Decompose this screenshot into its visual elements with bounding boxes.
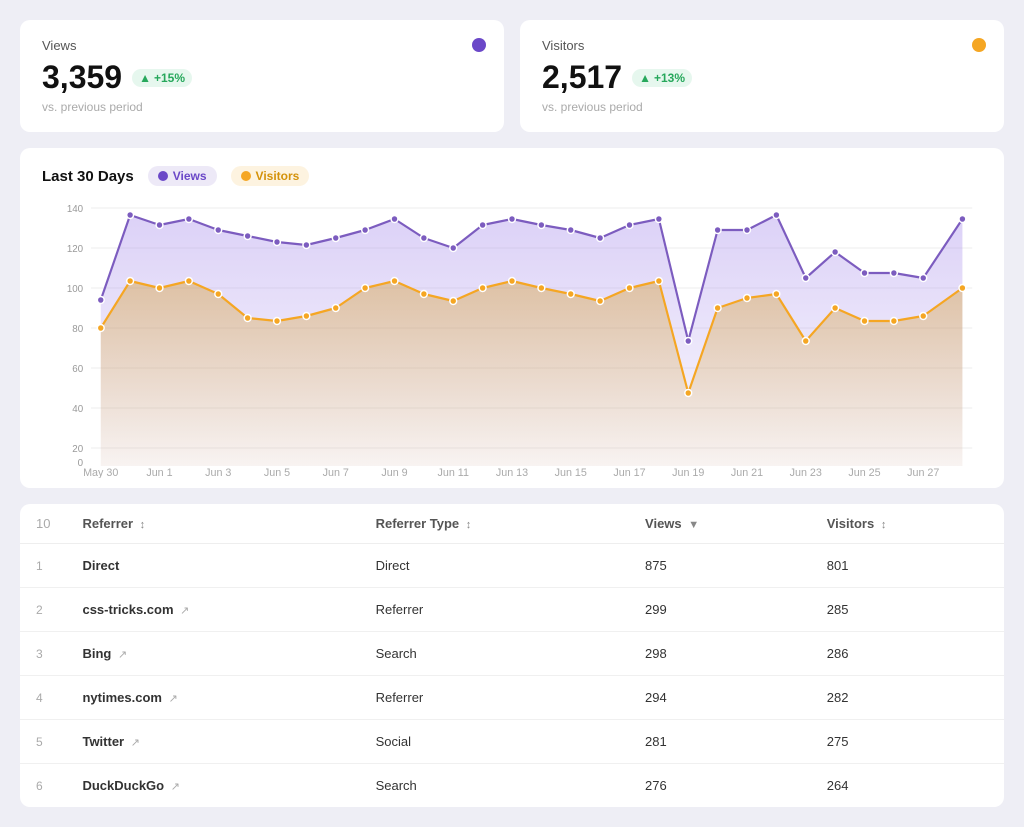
legend-visitors-dot	[241, 171, 251, 181]
cell-rank: 3	[20, 632, 66, 676]
top-cards: Views 3,359 ▲ +15% vs. previous period V…	[20, 20, 1004, 132]
visitors-card: Visitors 2,517 ▲ +13% vs. previous perio…	[520, 20, 1004, 132]
views-card: Views 3,359 ▲ +15% vs. previous period	[20, 20, 504, 132]
cell-referrer: css-tricks.com ↗	[66, 588, 359, 632]
svg-text:Jun 25: Jun 25	[848, 467, 880, 478]
cell-type: Direct	[360, 544, 629, 588]
col-referrer-type[interactable]: Referrer Type ↕	[360, 504, 629, 544]
table-row: 6 DuckDuckGo ↗ Search 276 264	[20, 764, 1004, 808]
col-views[interactable]: Views ▼	[629, 504, 811, 544]
svg-text:100: 100	[67, 284, 84, 295]
legend-visitors[interactable]: Visitors	[231, 166, 310, 186]
table-row: 3 Bing ↗ Search 298 286	[20, 632, 1004, 676]
col-visitors[interactable]: Visitors ↕	[811, 504, 1004, 544]
legend-views-dot	[158, 171, 168, 181]
svg-text:Jun 11: Jun 11	[437, 467, 469, 478]
cell-type: Referrer	[360, 676, 629, 720]
legend-views[interactable]: Views	[148, 166, 217, 186]
cell-views: 875	[629, 544, 811, 588]
visitors-card-value: 2,517 ▲ +13%	[542, 59, 982, 96]
svg-text:80: 80	[72, 324, 83, 335]
table-header-row: 10 Referrer ↕ Referrer Type ↕ Views ▼ Vi…	[20, 504, 1004, 544]
cell-views: 298	[629, 632, 811, 676]
cell-visitors: 282	[811, 676, 1004, 720]
cell-visitors: 285	[811, 588, 1004, 632]
svg-text:Jun 21: Jun 21	[731, 467, 763, 478]
svg-text:120: 120	[67, 244, 84, 255]
svg-text:Jun 7: Jun 7	[323, 467, 349, 478]
cell-visitors: 801	[811, 544, 1004, 588]
svg-text:Jun 17: Jun 17	[613, 467, 645, 478]
cell-rank: 5	[20, 720, 66, 764]
svg-text:140: 140	[67, 204, 84, 215]
table-card: 10 Referrer ↕ Referrer Type ↕ Views ▼ Vi…	[20, 504, 1004, 807]
svg-text:Jun 9: Jun 9	[381, 467, 407, 478]
cell-type: Search	[360, 764, 629, 808]
cell-rank: 4	[20, 676, 66, 720]
col-rank: 10	[20, 504, 66, 544]
svg-text:Jun 5: Jun 5	[264, 467, 290, 478]
svg-text:May 30: May 30	[83, 467, 118, 478]
svg-text:Jun 1: Jun 1	[146, 467, 172, 478]
visitors-badge: ▲ +13%	[632, 69, 692, 87]
views-badge: ▲ +15%	[132, 69, 192, 87]
cell-rank: 2	[20, 588, 66, 632]
cell-rank: 1	[20, 544, 66, 588]
svg-text:Jun 23: Jun 23	[790, 467, 822, 478]
svg-text:Jun 13: Jun 13	[496, 467, 528, 478]
svg-text:Jun 27: Jun 27	[907, 467, 939, 478]
cell-visitors: 264	[811, 764, 1004, 808]
views-card-sub: vs. previous period	[42, 100, 482, 114]
cell-rank: 6	[20, 764, 66, 808]
chart-title: Last 30 Days	[42, 168, 134, 185]
cell-views: 299	[629, 588, 811, 632]
table-row: 2 css-tricks.com ↗ Referrer 299 285	[20, 588, 1004, 632]
table-row: 5 Twitter ↗ Social 281 275	[20, 720, 1004, 764]
views-card-title: Views	[42, 38, 482, 53]
cell-views: 294	[629, 676, 811, 720]
cell-referrer: Twitter ↗	[66, 720, 359, 764]
cell-type: Search	[360, 632, 629, 676]
cell-type: Social	[360, 720, 629, 764]
svg-text:Jun 3: Jun 3	[205, 467, 231, 478]
table-row: 4 nytimes.com ↗ Referrer 294 282	[20, 676, 1004, 720]
chart-card: Last 30 Days Views Visitors 140 120 100 …	[20, 148, 1004, 488]
cell-type: Referrer	[360, 588, 629, 632]
cell-referrer: Bing ↗	[66, 632, 359, 676]
visitors-dot	[972, 38, 986, 52]
cell-views: 281	[629, 720, 811, 764]
table-row: 1 Direct Direct 875 801	[20, 544, 1004, 588]
cell-views: 276	[629, 764, 811, 808]
svg-text:60: 60	[72, 364, 83, 375]
views-card-value: 3,359 ▲ +15%	[42, 59, 482, 96]
cell-referrer: DuckDuckGo ↗	[66, 764, 359, 808]
chart-header: Last 30 Days Views Visitors	[42, 166, 982, 186]
chart-area: 140 120 100 80 60 40 20 0	[42, 198, 982, 478]
views-dot	[472, 38, 486, 52]
svg-text:Jun 19: Jun 19	[672, 467, 704, 478]
svg-text:20: 20	[72, 444, 83, 455]
visitors-card-title: Visitors	[542, 38, 982, 53]
visitors-card-sub: vs. previous period	[542, 100, 982, 114]
cell-visitors: 275	[811, 720, 1004, 764]
referrers-table: 10 Referrer ↕ Referrer Type ↕ Views ▼ Vi…	[20, 504, 1004, 807]
cell-visitors: 286	[811, 632, 1004, 676]
svg-text:40: 40	[72, 404, 83, 415]
cell-referrer: Direct	[66, 544, 359, 588]
col-referrer[interactable]: Referrer ↕	[66, 504, 359, 544]
chart-svg: 140 120 100 80 60 40 20 0	[42, 198, 982, 478]
svg-text:Jun 15: Jun 15	[555, 467, 587, 478]
cell-referrer: nytimes.com ↗	[66, 676, 359, 720]
